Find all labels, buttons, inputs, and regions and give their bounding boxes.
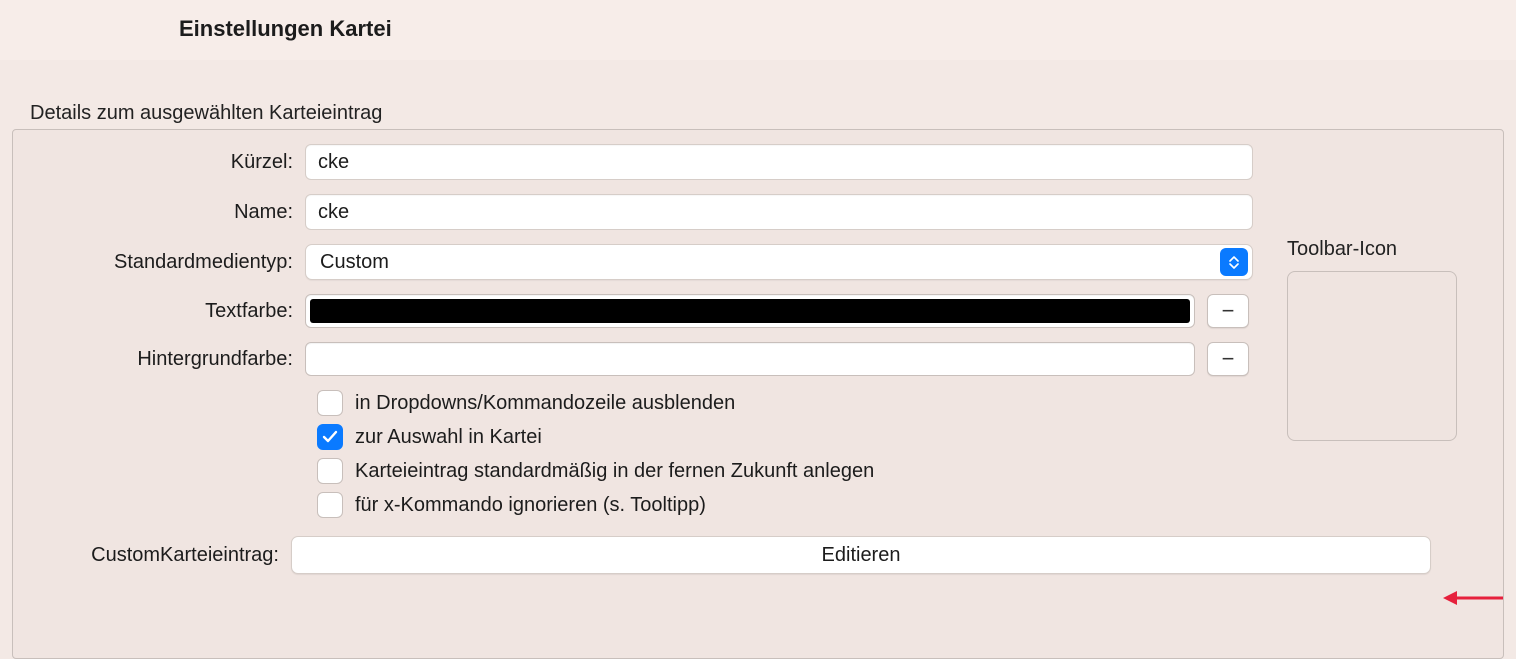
toolbar-icon-well[interactable] bbox=[1287, 271, 1457, 441]
row-name: Name: bbox=[13, 194, 1483, 230]
row-textfarbe: Textfarbe: − bbox=[13, 294, 1483, 328]
input-name[interactable] bbox=[305, 194, 1253, 230]
updown-icon bbox=[1220, 248, 1248, 276]
label-kuerzel: Kürzel: bbox=[13, 151, 305, 174]
select-medientyp-value: Custom bbox=[320, 251, 1220, 274]
swatch-hintergrundfarbe[interactable] bbox=[305, 342, 1195, 376]
select-medientyp[interactable]: Custom bbox=[305, 244, 1253, 280]
details-panel: Kürzel: Name: Standardmedientyp: Custom … bbox=[12, 129, 1504, 659]
label-custom: CustomKarteieintrag: bbox=[13, 544, 291, 567]
remove-textfarbe-button[interactable]: − bbox=[1207, 294, 1249, 328]
remove-hintergrundfarbe-button[interactable]: − bbox=[1207, 342, 1249, 376]
checkbox-xkommando-label: für x-Kommando ignorieren (s. Tooltipp) bbox=[355, 494, 706, 517]
checkbox-auswahl-label: zur Auswahl in Kartei bbox=[355, 426, 542, 449]
checkbox-zukunft[interactable] bbox=[317, 458, 343, 484]
label-textfarbe: Textfarbe: bbox=[13, 300, 305, 323]
minus-icon: − bbox=[1222, 298, 1235, 324]
editieren-button-label: Editieren bbox=[822, 544, 901, 567]
label-medientyp: Standardmedientyp: bbox=[13, 251, 305, 274]
row-kuerzel: Kürzel: bbox=[13, 144, 1483, 180]
row-medientyp: Standardmedientyp: Custom bbox=[13, 244, 1483, 280]
header-title: Einstellungen Kartei bbox=[0, 0, 1516, 60]
row-custom: CustomKarteieintrag: Editieren bbox=[13, 536, 1483, 574]
toolbar-icon-label: Toolbar-Icon bbox=[1287, 238, 1459, 261]
arrow-annotation-icon bbox=[1441, 586, 1505, 610]
checkbox-auswahl[interactable] bbox=[317, 424, 343, 450]
checkbox-zukunft-label: Karteieintrag standardmäßig in der ferne… bbox=[355, 460, 874, 483]
checkbox-row-zukunft: Karteieintrag standardmäßig in der ferne… bbox=[13, 458, 1483, 484]
swatch-hintergrundfarbe-fill bbox=[310, 347, 1190, 371]
checkbox-row-hide: in Dropdowns/Kommandozeile ausblenden bbox=[13, 390, 1483, 416]
editieren-button[interactable]: Editieren bbox=[291, 536, 1431, 574]
swatch-textfarbe[interactable] bbox=[305, 294, 1195, 328]
checkbox-block: in Dropdowns/Kommandozeile ausblenden zu… bbox=[13, 390, 1483, 518]
swatch-textfarbe-fill bbox=[310, 299, 1190, 323]
label-name: Name: bbox=[13, 201, 305, 224]
section-label: Details zum ausgewählten Karteieintrag bbox=[0, 60, 1516, 129]
checkbox-hide-label: in Dropdowns/Kommandozeile ausblenden bbox=[355, 392, 735, 415]
row-hintergrundfarbe: Hintergrundfarbe: − bbox=[13, 342, 1483, 376]
input-kuerzel[interactable] bbox=[305, 144, 1253, 180]
label-hintergrundfarbe: Hintergrundfarbe: bbox=[13, 348, 305, 371]
checkbox-row-xkommando: für x-Kommando ignorieren (s. Tooltipp) bbox=[13, 492, 1483, 518]
minus-icon: − bbox=[1222, 346, 1235, 372]
toolbar-icon-section: Toolbar-Icon bbox=[1287, 238, 1459, 441]
checkbox-hide[interactable] bbox=[317, 390, 343, 416]
checkbox-xkommando[interactable] bbox=[317, 492, 343, 518]
checkbox-row-auswahl: zur Auswahl in Kartei bbox=[13, 424, 1483, 450]
